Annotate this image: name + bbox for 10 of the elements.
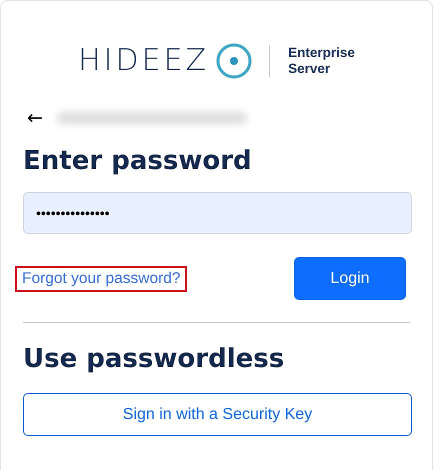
login-button[interactable]: Login: [294, 257, 406, 300]
product-name: Enterprise Server: [288, 45, 355, 77]
section-heading: Enter password: [23, 145, 253, 178]
logo-wordmark: HIDEEZ: [78, 46, 210, 76]
password-field[interactable]: •••••••••••••••: [23, 192, 412, 234]
section-heading: Use passwordless: [23, 343, 286, 376]
back-button[interactable]: ←: [23, 108, 43, 128]
forgot-password-link[interactable]: Forgot your password?: [15, 266, 187, 292]
security-key-button[interactable]: Sign in with a Security Key: [23, 393, 412, 436]
logo-icon: [215, 42, 254, 80]
